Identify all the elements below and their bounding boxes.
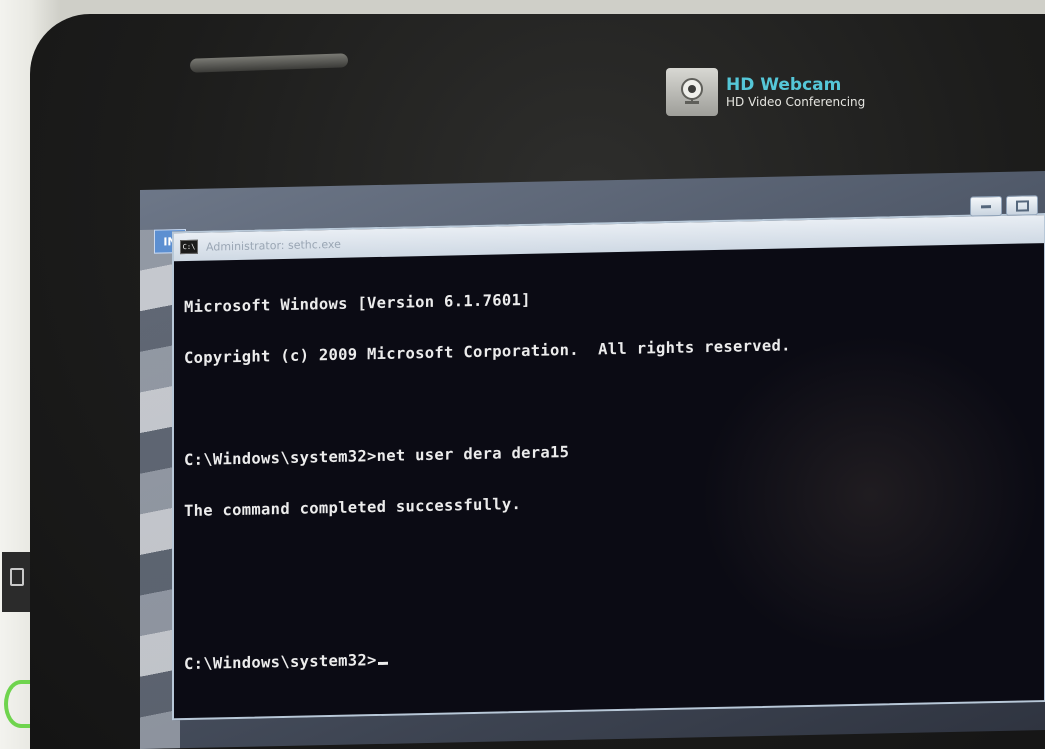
webcam-title: HD Webcam [726, 74, 842, 95]
command-prompt-window[interactable]: C:\ Administrator: sethc.exe Microsoft W… [172, 195, 1045, 721]
bezel-latch [189, 53, 349, 73]
window-title: Administrator: sethc.exe [206, 237, 341, 254]
maximize-button[interactable] [1006, 195, 1038, 216]
minimize-icon [981, 204, 991, 208]
webcam-label: HD Webcam HD Video Conferencing [666, 68, 865, 116]
side-usb-port [2, 552, 30, 612]
laptop-screen: IN C:\ Administrator: sethc.exe Microsof… [140, 171, 1045, 749]
console-line: The command completed successfully. [184, 495, 522, 521]
console-output[interactable]: Microsoft Windows [Version 6.1.7601] Cop… [184, 247, 1034, 708]
webcam-subtitle: HD Video Conferencing [726, 94, 866, 109]
text-cursor [377, 661, 388, 666]
console-line: Copyright (c) 2009 Microsoft Corporation… [184, 336, 791, 368]
cmd-icon[interactable]: C:\ [180, 239, 198, 255]
console-prompt-line[interactable]: C:\Windows\system32> [184, 638, 1034, 673]
usb-icon [10, 568, 24, 586]
webcam-icon [666, 68, 718, 116]
maximize-icon [1015, 199, 1029, 212]
minimize-button[interactable] [970, 195, 1002, 217]
console-line: Microsoft Windows [Version 6.1.7601] [184, 290, 531, 317]
console-line: C:\Windows\system32>net user dera dera15 [184, 443, 570, 470]
console-prompt: C:\Windows\system32> [184, 651, 377, 674]
window-controls [970, 195, 1038, 217]
